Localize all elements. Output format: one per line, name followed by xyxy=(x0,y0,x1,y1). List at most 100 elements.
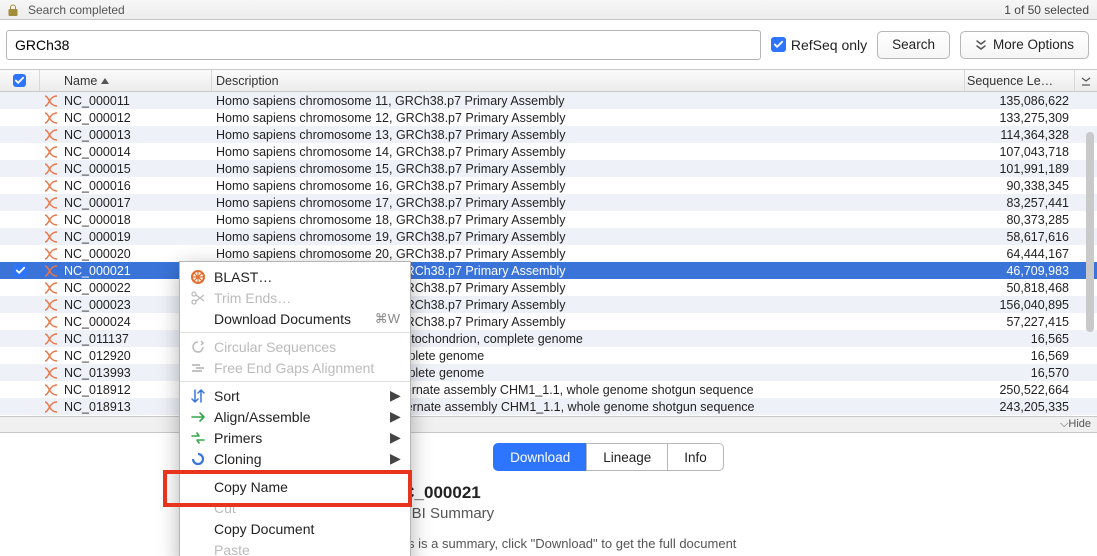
table-row[interactable]: NC_000015Homo sapiens chromosome 15, GRC… xyxy=(0,160,1097,177)
status-text: Search completed xyxy=(28,3,125,17)
lineage-tab[interactable]: Lineage xyxy=(586,443,667,471)
table-row[interactable]: NC_000019Homo sapiens chromosome 19, GRC… xyxy=(0,228,1097,245)
row-name: NC_000019 xyxy=(62,230,212,244)
chevron-double-down-icon xyxy=(975,39,987,51)
column-menu-icon[interactable] xyxy=(1075,70,1097,91)
menu-free-end-gaps: Free End Gaps Alignment xyxy=(180,357,410,378)
row-sequence-length: 107,043,718 xyxy=(965,145,1075,159)
row-description: Homo sapiens chromosome 14, GRCh38.p7 Pr… xyxy=(212,145,965,159)
scissors-icon xyxy=(190,290,206,306)
menu-cut: Cut xyxy=(180,497,410,518)
table-row[interactable]: NC_012920Homo sapiens mitochondrion, com… xyxy=(0,347,1097,364)
dna-icon xyxy=(40,401,62,413)
row-name: NC_000018 xyxy=(62,213,212,227)
menu-circular-sequences: Circular Sequences xyxy=(180,336,410,357)
table-row[interactable]: NC_000017Homo sapiens chromosome 17, GRC… xyxy=(0,194,1097,211)
cloning-icon xyxy=(190,451,206,467)
row-description: Homo sapiens chromosome 17, GRCh38.p7 Pr… xyxy=(212,196,965,210)
submenu-arrow-icon: ▶ xyxy=(390,429,400,446)
table-row[interactable]: NC_000014Homo sapiens chromosome 14, GRC… xyxy=(0,143,1097,160)
search-input[interactable] xyxy=(6,30,761,60)
lock-icon xyxy=(8,4,18,16)
scrollbar[interactable] xyxy=(1086,132,1094,332)
row-sequence-length: 80,373,285 xyxy=(965,213,1075,227)
info-tab[interactable]: Info xyxy=(667,443,724,471)
menu-cloning[interactable]: Cloning ▶ xyxy=(180,448,410,469)
menu-sort[interactable]: Sort ▶ xyxy=(180,385,410,406)
hide-panel-toggle[interactable]: ⌵Hide xyxy=(0,417,1097,433)
submenu-arrow-icon: ▶ xyxy=(390,387,400,404)
table-row[interactable]: NC_000021Homo sapiens chromosome 21, GRC… xyxy=(0,262,1097,279)
row-description: Homo sapiens chromosome 15, GRCh38.p7 Pr… xyxy=(212,162,965,176)
table-row[interactable]: NC_000018Homo sapiens chromosome 18, GRC… xyxy=(0,211,1097,228)
row-sequence-length: 114,364,328 xyxy=(965,128,1075,142)
status-bar: Search completed 1 of 50 selected xyxy=(0,0,1097,20)
dna-icon xyxy=(40,146,62,158)
row-name: NC_000016 xyxy=(62,179,212,193)
row-description: Homo sapiens chromosome 16, GRCh38.p7 Pr… xyxy=(212,179,965,193)
download-tab[interactable]: Download xyxy=(493,443,586,471)
dna-icon xyxy=(40,214,62,226)
document-title: NC_000021 xyxy=(390,483,1077,503)
table-row[interactable]: NC_013993Homo sapiens mitochondrion, com… xyxy=(0,364,1097,381)
refseq-only-checkbox[interactable]: RefSeq only xyxy=(771,37,867,53)
table-row[interactable]: NC_000022Homo sapiens chromosome 22, GRC… xyxy=(0,279,1097,296)
dna-icon xyxy=(40,265,62,277)
table-row[interactable]: NC_000011Homo sapiens chromosome 11, GRC… xyxy=(0,92,1097,109)
table-header: Name Description Sequence Le… xyxy=(0,70,1097,92)
table-row[interactable]: NC_000013Homo sapiens chromosome 13, GRC… xyxy=(0,126,1097,143)
row-sequence-length: 50,818,468 xyxy=(965,281,1075,295)
column-description-header[interactable]: Description xyxy=(212,70,965,91)
dna-icon xyxy=(40,163,62,175)
table-row[interactable]: NC_000023Homo sapiens chromosome 23, GRC… xyxy=(0,296,1097,313)
table-row[interactable]: NC_018913Homo sapiens chromosome 12 alte… xyxy=(0,398,1097,415)
search-row: RefSeq only Search More Options xyxy=(0,20,1097,70)
row-description: Homo sapiens chromosome 11, GRCh38.p7 Pr… xyxy=(212,94,965,108)
sort-ascending-icon xyxy=(101,78,109,84)
table-body[interactable]: NC_000011Homo sapiens chromosome 11, GRC… xyxy=(0,92,1097,417)
row-name: NC_000014 xyxy=(62,145,212,159)
table-row[interactable]: NC_000012Homo sapiens chromosome 12, GRC… xyxy=(0,109,1097,126)
dna-icon xyxy=(40,180,62,192)
row-sequence-length: 64,444,167 xyxy=(965,247,1075,261)
menu-separator xyxy=(180,381,410,382)
selection-count: 1 of 50 selected xyxy=(1004,3,1089,17)
menu-align-assemble[interactable]: Align/Assemble ▶ xyxy=(180,406,410,427)
row-description: Homo sapiens chromosome 12, GRCh38.p7 Pr… xyxy=(212,111,965,125)
column-sequence-length-header[interactable]: Sequence Le… xyxy=(965,70,1075,91)
document-hint: This is a summary, click "Download" to g… xyxy=(390,536,1077,551)
row-name: NC_000020 xyxy=(62,247,212,261)
column-name-header[interactable]: Name xyxy=(62,70,212,91)
checkbox-checked-icon xyxy=(14,264,27,277)
menu-copy-document[interactable]: Copy Document xyxy=(180,518,410,539)
primers-icon xyxy=(190,430,206,446)
row-sequence-length: 156,040,895 xyxy=(965,298,1075,312)
menu-copy-name[interactable]: Copy Name xyxy=(180,476,410,497)
table-row[interactable]: NC_000020Homo sapiens chromosome 20, GRC… xyxy=(0,245,1097,262)
search-button[interactable]: Search xyxy=(877,31,950,59)
more-options-button[interactable]: More Options xyxy=(960,31,1089,59)
dna-icon xyxy=(40,112,62,124)
row-sequence-length: 133,275,309 xyxy=(965,111,1075,125)
row-sequence-length: 58,617,616 xyxy=(965,230,1075,244)
dna-icon xyxy=(40,95,62,107)
table-row[interactable]: NC_000024Homo sapiens chromosome 24, GRC… xyxy=(0,313,1097,330)
dna-icon xyxy=(40,367,62,379)
menu-primers[interactable]: Primers ▶ xyxy=(180,427,410,448)
menu-paste: Paste xyxy=(180,539,410,556)
detail-panel: Download Lineage Info NC_000021 NCBI Sum… xyxy=(0,433,1097,556)
menu-download-documents[interactable]: Download Documents ⌘W xyxy=(180,308,410,329)
table-row[interactable]: NC_018912Homo sapiens chromosome 11 alte… xyxy=(0,381,1097,398)
row-sequence-length: 101,991,189 xyxy=(965,162,1075,176)
row-name: NC_000012 xyxy=(62,111,212,125)
dna-icon xyxy=(40,299,62,311)
refseq-label: RefSeq only xyxy=(791,37,867,53)
row-name: NC_000013 xyxy=(62,128,212,142)
menu-blast[interactable]: BLAST… xyxy=(180,266,410,287)
column-check[interactable] xyxy=(0,70,40,91)
table-row[interactable]: NC_011137Homo sapiens neanderthalensis m… xyxy=(0,330,1097,347)
row-sequence-length: 83,257,441 xyxy=(965,196,1075,210)
alignment-icon xyxy=(190,360,206,376)
checkbox-checked-icon xyxy=(771,37,786,52)
table-row[interactable]: NC_000016Homo sapiens chromosome 16, GRC… xyxy=(0,177,1097,194)
